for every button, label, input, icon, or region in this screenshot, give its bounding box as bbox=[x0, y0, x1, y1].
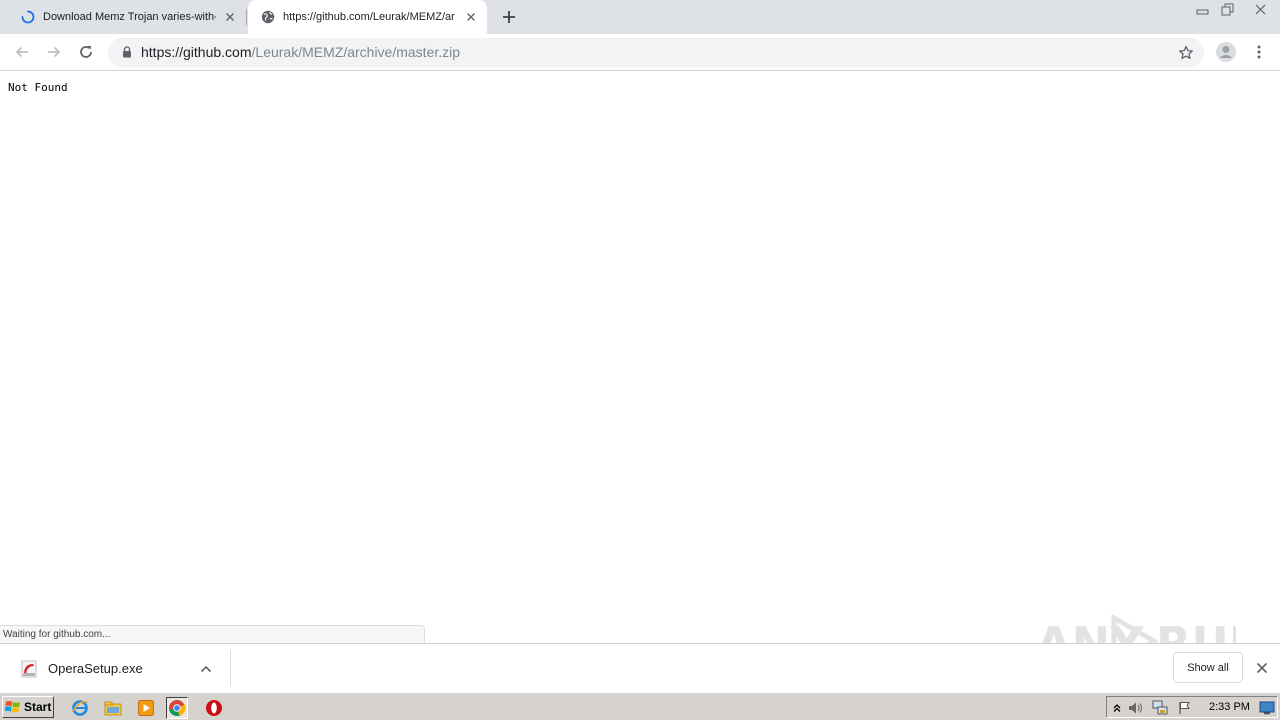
download-separator bbox=[230, 650, 231, 686]
network-icon[interactable] bbox=[1152, 700, 1168, 716]
tab-separator bbox=[246, 9, 247, 25]
profile-avatar-icon[interactable] bbox=[1215, 41, 1237, 63]
show-all-downloads-button[interactable]: Show all bbox=[1173, 652, 1243, 683]
tab-github-archive[interactable]: https://github.com/Leurak/MEMZ/ar bbox=[248, 0, 487, 34]
close-icon bbox=[1255, 4, 1265, 14]
start-button[interactable]: Start bbox=[2, 696, 54, 718]
reload-icon bbox=[80, 45, 92, 58]
media-player-icon[interactable] bbox=[135, 697, 157, 719]
url-host: https://github.com bbox=[141, 44, 252, 60]
restore-button[interactable] bbox=[1215, 0, 1240, 18]
tab-strip: Download Memz Trojan varies-with-d https… bbox=[0, 0, 1280, 34]
download-shelf: OperaSetup.exe Show all bbox=[0, 643, 1280, 692]
close-tab-icon[interactable] bbox=[463, 9, 479, 25]
url-path: /Leurak/MEMZ/archive/master.zip bbox=[251, 44, 461, 60]
action-center-flag-icon[interactable] bbox=[1177, 700, 1193, 716]
system-tray: 2:33 PM bbox=[1106, 696, 1278, 718]
bookmark-star-icon[interactable] bbox=[1177, 44, 1195, 62]
restore-icon bbox=[1221, 3, 1234, 15]
page-content: Not Found Waiting for github.com... bbox=[0, 72, 1280, 644]
opera-installer-file-icon bbox=[21, 660, 37, 677]
globe-icon bbox=[260, 9, 276, 25]
lock-icon bbox=[120, 45, 134, 59]
close-window-button[interactable] bbox=[1240, 0, 1280, 18]
minimize-button[interactable] bbox=[1190, 0, 1215, 18]
windows-taskbar: Start 2:33 PM bbox=[0, 692, 1280, 720]
tab-memz-download[interactable]: Download Memz Trojan varies-with-d bbox=[8, 0, 246, 34]
internet-explorer-icon[interactable] bbox=[69, 697, 91, 719]
close-tab-icon[interactable] bbox=[222, 9, 238, 25]
more-vertical-icon bbox=[1257, 45, 1261, 59]
taskbar-clock: 2:33 PM bbox=[1209, 701, 1250, 713]
close-download-shelf-icon[interactable] bbox=[1253, 659, 1271, 677]
minimize-icon bbox=[1196, 9, 1209, 14]
plus-icon bbox=[503, 11, 515, 23]
show-desktop-icon[interactable] bbox=[1259, 700, 1275, 716]
download-filename: OperaSetup.exe bbox=[48, 661, 143, 676]
url-text: https://github.com/Leurak/MEMZ/archive/m… bbox=[141, 38, 460, 67]
reload-button[interactable] bbox=[74, 40, 98, 64]
status-bubble: Waiting for github.com... bbox=[0, 625, 425, 644]
menu-button[interactable] bbox=[1250, 41, 1268, 63]
tab-title: https://github.com/Leurak/MEMZ/ar bbox=[283, 11, 455, 23]
arrow-right-icon bbox=[48, 46, 61, 58]
page-body-text: Not Found bbox=[8, 81, 68, 94]
windows-logo-icon bbox=[5, 701, 20, 713]
browser-toolbar: https://github.com/Leurak/MEMZ/archive/m… bbox=[0, 34, 1280, 71]
screen: Download Memz Trojan varies-with-d https… bbox=[0, 0, 1280, 720]
chevron-up-icon[interactable] bbox=[198, 661, 214, 677]
file-explorer-icon[interactable] bbox=[102, 697, 124, 719]
tab-title: Download Memz Trojan varies-with-d bbox=[43, 11, 216, 23]
download-item[interactable]: OperaSetup.exe bbox=[0, 644, 230, 693]
arrow-left-icon bbox=[15, 46, 28, 58]
show-hidden-icons-chevron-icon[interactable] bbox=[1109, 700, 1125, 716]
new-tab-button[interactable] bbox=[499, 7, 519, 27]
opera-icon[interactable] bbox=[203, 697, 225, 719]
forward-button[interactable] bbox=[42, 40, 66, 64]
window-controls bbox=[1190, 0, 1280, 20]
chrome-icon[interactable] bbox=[166, 697, 188, 719]
volume-icon[interactable] bbox=[1128, 700, 1144, 716]
start-label: Start bbox=[24, 700, 52, 714]
loading-spinner-icon bbox=[20, 9, 36, 25]
back-button[interactable] bbox=[10, 40, 34, 64]
address-bar[interactable]: https://github.com/Leurak/MEMZ/archive/m… bbox=[108, 38, 1204, 67]
